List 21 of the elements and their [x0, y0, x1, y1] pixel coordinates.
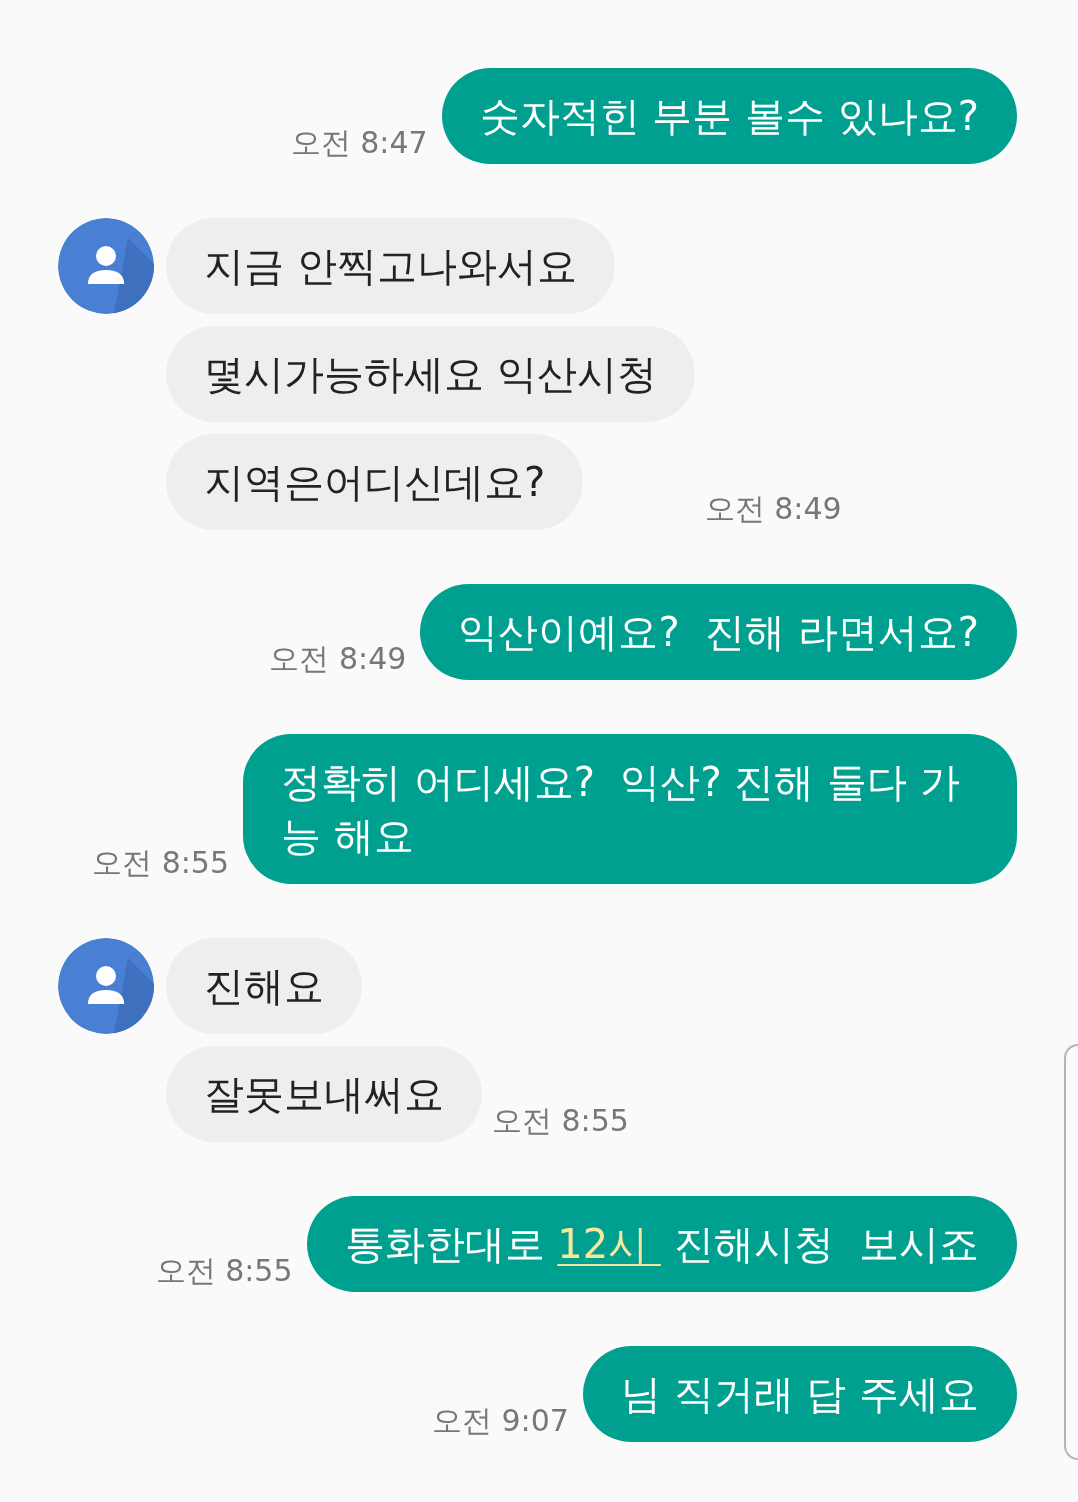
sent-message-bubble: 숫자적힌 부분 볼수 있나요? [441, 68, 1017, 164]
received-message-bubble: 몇시가능하세요 익산시청 [166, 326, 695, 422]
received-message-bubble: 잘못보내써요 [166, 1046, 482, 1142]
received-message-bubble: 진해요 [166, 938, 362, 1034]
received-message-bubble: 지역은어디신데요? [166, 434, 584, 530]
avatar-icon [58, 938, 154, 1034]
message-time: 오전 8:49 [704, 494, 842, 528]
message-time: 오전 8:49 [269, 644, 407, 678]
message-time: 오전 8:55 [155, 1256, 293, 1290]
sent-message-bubble: 통화한대로 12시 진해시청 보시죠 [306, 1196, 1017, 1292]
message-time: 오전 8:47 [290, 128, 428, 162]
time-link[interactable]: 12시 [557, 1221, 661, 1267]
sent-message-bubble: 익산이예요? 진해 라면서요? [420, 584, 1017, 680]
message-time: 오전 8:55 [92, 848, 229, 882]
scroll-handle[interactable] [1064, 1044, 1078, 1460]
message-time: 오전 8:55 [492, 1106, 629, 1140]
sent-message-bubble: 님 직거래 답 주세요 [582, 1346, 1017, 1442]
message-time: 오전 9:07 [431, 1406, 569, 1440]
received-message-bubble: 지금 안찍고나와서요 [166, 218, 615, 314]
avatar-icon [58, 218, 154, 314]
sent-message-bubble: 정확히 어디세요? 익산? 진해 둘다 가능 해요 [243, 734, 1017, 884]
